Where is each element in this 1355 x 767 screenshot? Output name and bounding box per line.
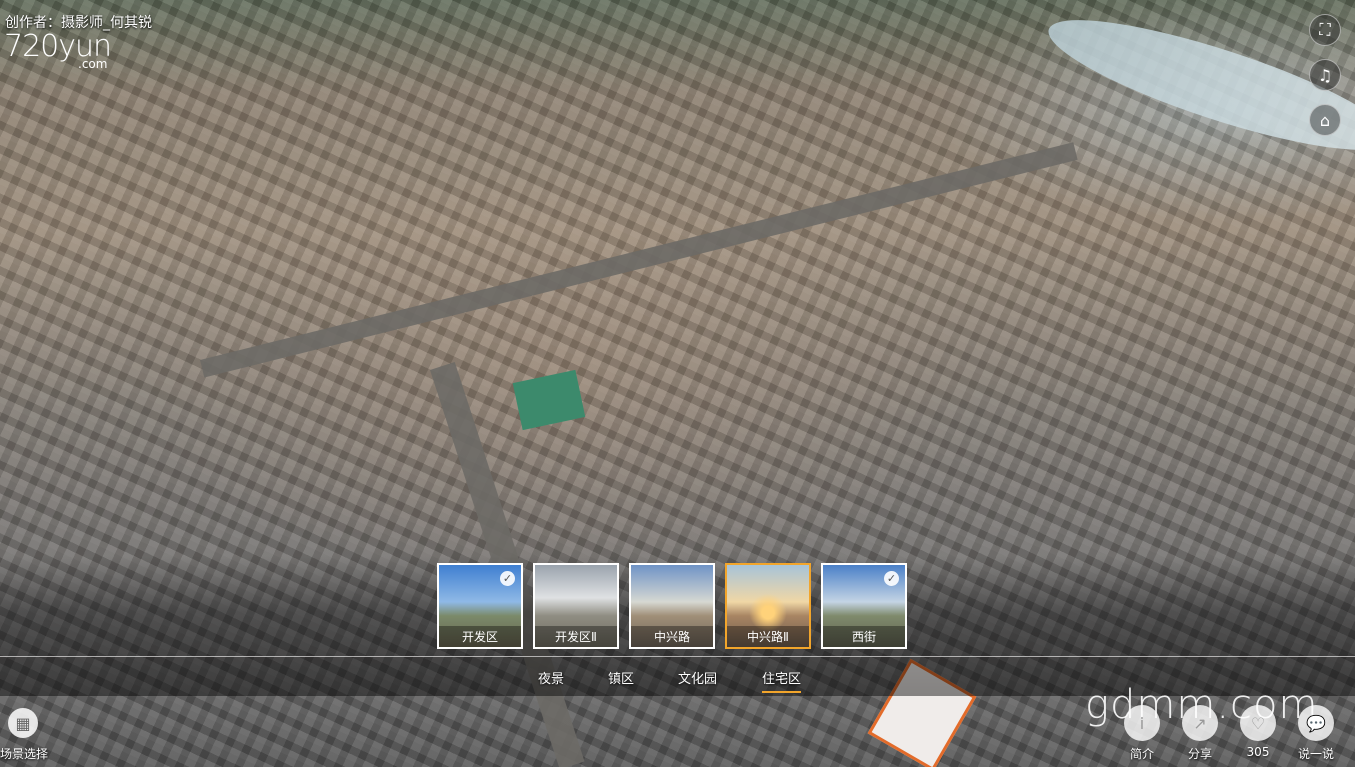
intro-button[interactable]: i <box>1124 705 1160 741</box>
scene-select-button[interactable]: ▦ <box>8 708 38 738</box>
comment-button[interactable]: 💬 <box>1298 705 1334 741</box>
scene-thumb-active[interactable]: 中兴路Ⅱ <box>725 563 811 649</box>
like-button[interactable]: ♡ <box>1240 705 1276 741</box>
scene-select-label: 场景选择 <box>0 747 49 761</box>
share-icon: ↗ <box>1193 713 1207 733</box>
scene-thumb-label: 中兴路Ⅱ <box>727 626 809 647</box>
scene-thumb-label: 开发区Ⅱ <box>535 626 617 647</box>
like-count: 305 <box>1246 745 1270 759</box>
scene-thumb[interactable]: ✓ 西街 <box>821 563 907 649</box>
tab-culture-park[interactable]: 文化园 <box>678 668 717 687</box>
share-button[interactable]: ↗ <box>1182 705 1218 741</box>
heart-icon: ♡ <box>1250 713 1266 733</box>
tab-residential[interactable]: 住宅区 <box>762 668 802 693</box>
gyro-icon: ⌂ <box>1319 110 1331 130</box>
chat-icon: 💬 <box>1306 713 1326 733</box>
logo-sub: .com <box>78 57 108 71</box>
comment-label: 说一说 <box>1297 747 1334 761</box>
tab-town[interactable]: 镇区 <box>608 668 634 687</box>
music-icon: ♫ <box>1317 65 1333 85</box>
scene-thumb-label: 中兴路 <box>631 626 713 647</box>
check-icon: ✓ <box>884 571 899 586</box>
scene-thumb-label: 开发区 <box>439 626 521 647</box>
fullscreen-button[interactable]: ⛶ <box>1309 14 1341 46</box>
grid-icon: ▦ <box>15 713 31 733</box>
brand-logo: 720yun .com <box>4 32 112 71</box>
share-label: 分享 <box>1187 747 1212 761</box>
scene-thumb[interactable]: ✓ 开发区 <box>437 563 523 649</box>
scene-thumb[interactable]: 中兴路 <box>629 563 715 649</box>
scene-thumbnails: ✓ 开发区 开发区Ⅱ 中兴路 中兴路Ⅱ ✓ 西街 <box>437 563 907 649</box>
scene-thumb[interactable]: 开发区Ⅱ <box>533 563 619 649</box>
divider <box>0 656 1355 657</box>
tab-night[interactable]: 夜景 <box>538 668 564 687</box>
check-icon: ✓ <box>500 571 515 586</box>
music-button[interactable]: ♫ <box>1309 59 1341 91</box>
fullscreen-icon: ⛶ <box>1319 20 1331 39</box>
gyro-button[interactable]: ⌂ <box>1309 104 1341 136</box>
info-icon: i <box>1139 713 1145 733</box>
intro-label: 简介 <box>1129 747 1154 761</box>
scene-thumb-label: 西街 <box>823 626 905 647</box>
